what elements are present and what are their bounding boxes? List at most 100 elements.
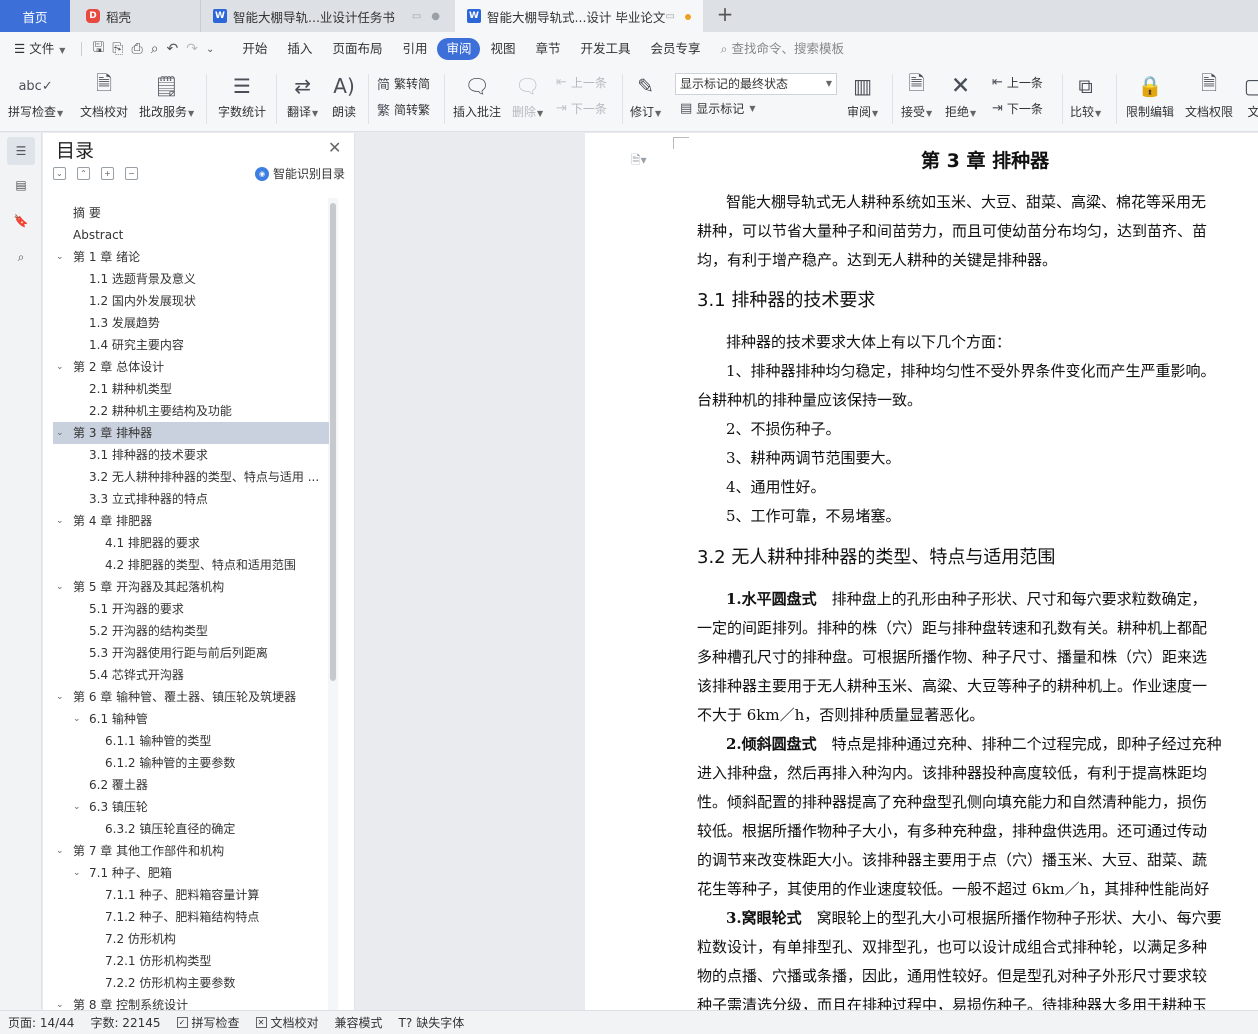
toc-item[interactable]: ⌄ 第 7 章 其他工作部件和机构 — [53, 840, 329, 862]
toc-panel-icon[interactable]: ☰ — [7, 137, 35, 165]
search-icon[interactable]: ⌕ — [7, 243, 35, 271]
spell-check-button[interactable]: abc✓ 拼写检查▼ — [8, 70, 63, 122]
doc-proofread-button[interactable]: 🗎 文档校对 — [80, 70, 128, 122]
toc-item[interactable]: 6.1.1 输种管的类型 — [53, 730, 329, 752]
missing-font-button[interactable]: T? 缺失字体 — [391, 1014, 473, 1031]
toc-item[interactable]: ⌄ 第 2 章 总体设计 — [53, 356, 329, 378]
toc-item[interactable]: 2.1 耕种机类型 — [53, 378, 329, 400]
toc-item[interactable]: 3.1 排种器的技术要求 — [53, 444, 329, 466]
toc-item[interactable]: ⌄ 6.1 输种管 — [53, 708, 329, 730]
trad-to-simp-button[interactable]: 简繁转简 — [377, 74, 430, 93]
menu-layout[interactable]: 页面布局 — [322, 38, 392, 60]
chevron-down-icon[interactable]: ⌄ — [73, 708, 81, 730]
simp-to-trad-button[interactable]: 繁简转繁 — [377, 100, 430, 119]
toc-item[interactable]: ⌄ 第 1 章 绪论 — [53, 246, 329, 268]
undo-icon[interactable]: ↶ — [163, 41, 183, 57]
save-icon[interactable]: 🖫 — [88, 37, 108, 61]
tab-dot-icon[interactable]: ● — [431, 11, 440, 22]
word-count-indicator[interactable]: 字数: 22145 — [82, 1014, 168, 1031]
show-markup-button[interactable]: ▤ 显示标记 ▼ — [680, 100, 755, 117]
chevron-down-icon[interactable]: ⌄ — [73, 862, 81, 884]
compat-mode[interactable]: 兼容模式 — [327, 1014, 391, 1031]
command-search[interactable]: ⌕ 查找命令、搜索模板 — [711, 38, 855, 60]
chapter-nav-icon[interactable]: ▤ — [7, 171, 35, 199]
chevron-down-icon[interactable]: ⌄ — [73, 796, 81, 818]
close-icon[interactable]: ✕ — [328, 138, 341, 157]
restrict-edit-button[interactable]: 🔒 限制编辑 — [1126, 70, 1174, 122]
redo-icon[interactable]: ↷ — [182, 41, 202, 57]
toc-item[interactable]: 6.3.2 镇压轮直径的确定 — [53, 818, 329, 840]
menu-member[interactable]: 会员专享 — [641, 38, 711, 60]
print-icon[interactable]: ⎙ — [128, 41, 147, 57]
next-change-button[interactable]: ⇥ 下一条 — [992, 100, 1043, 117]
markup-display-select[interactable]: 显示标记的最终状态 ▼ — [675, 73, 837, 95]
toc-item[interactable]: 7.1.2 种子、肥料箱结构特点 — [53, 906, 329, 928]
chevron-down-icon[interactable]: ⌄ — [56, 994, 64, 1010]
chevron-down-icon[interactable]: ⌄ — [56, 356, 64, 378]
toc-item[interactable]: ⌄ 7.1 种子、肥箱 — [53, 862, 329, 884]
toc-item[interactable]: 3.2 无人耕种排种器的类型、特点与适用 ... — [53, 466, 329, 488]
menu-start[interactable]: 开始 — [232, 38, 277, 60]
correction-service-button[interactable]: 🗒 批改服务▼ — [139, 70, 194, 122]
toc-item[interactable]: 3.3 立式排种器的特点 — [53, 488, 329, 510]
accept-button[interactable]: 🗎 接受▼ — [901, 70, 932, 122]
menu-insert[interactable]: 插入 — [277, 38, 322, 60]
menu-view[interactable]: 视图 — [480, 38, 525, 60]
menu-dev-tools[interactable]: 开发工具 — [571, 38, 641, 60]
review-pane-button[interactable]: ▥ 审阅▼ — [847, 70, 878, 122]
toc-item[interactable]: 6.1.2 输种管的主要参数 — [53, 752, 329, 774]
toc-item[interactable]: ⌄ 第 3 章 排种器 — [53, 422, 329, 444]
toc-item[interactable]: 5.1 开沟器的要求 — [53, 598, 329, 620]
add-level-icon[interactable]: + — [101, 167, 114, 180]
doc-proof-toggle[interactable]: ✕ 文档校对 — [248, 1014, 327, 1031]
read-aloud-button[interactable]: A) 朗读 — [332, 70, 356, 122]
toc-item[interactable]: ⌄ 6.3 镇压轮 — [53, 796, 329, 818]
chevron-down-icon[interactable]: ⌄ — [56, 510, 64, 532]
doc-options-icon[interactable]: 🗎▾ — [631, 151, 647, 172]
tab-document-2-active[interactable]: W 智能大棚导轨式...设计 毕业论文 ▭ — [455, 0, 703, 32]
toc-item[interactable]: 7.2.1 仿形机构类型 — [53, 950, 329, 972]
file-menu[interactable]: ☰ 文件 ▼ — [0, 38, 75, 60]
toc-item[interactable]: ⌄ 第 4 章 排肥器 — [53, 510, 329, 532]
toc-item[interactable]: 7.1.1 种子、肥料箱容量计算 — [53, 884, 329, 906]
page-indicator[interactable]: 页面: 14/44 — [0, 1014, 82, 1031]
menu-references[interactable]: 引用 — [392, 38, 437, 60]
chevron-down-icon[interactable]: ⌄ — [56, 576, 64, 598]
doc-permission-button[interactable]: 🗎 文档权限 — [1185, 70, 1233, 122]
toc-item[interactable]: 6.2 覆土器 — [53, 774, 329, 796]
insert-comment-button[interactable]: 🗨 插入批注 — [453, 70, 501, 122]
prev-comment-button[interactable]: ⇤ 上一条 — [556, 74, 607, 91]
chevron-down-icon[interactable]: ⌄ — [56, 840, 64, 862]
customize-chevron-icon[interactable]: ⌄ — [202, 44, 218, 55]
menu-chapter[interactable]: 章节 — [526, 38, 571, 60]
toc-item[interactable]: 7.2 仿形机构 — [53, 928, 329, 950]
expand-up-icon[interactable]: ⌃ — [77, 167, 90, 180]
tab-document-1[interactable]: W 智能大棚导轨...业设计任务书 ▭ ● — [200, 0, 452, 32]
toc-item[interactable]: 4.1 排肥器的要求 — [53, 532, 329, 554]
reject-button[interactable]: 🗙 拒绝▼ — [945, 70, 976, 122]
monitor-icon[interactable]: ▭ — [412, 11, 421, 22]
menu-review[interactable]: 审阅 — [437, 38, 481, 60]
bookmark-icon[interactable]: 🔖 — [7, 207, 35, 235]
toc-item[interactable]: 2.2 耕种机主要结构及功能 — [53, 400, 329, 422]
tab-docer[interactable]: D 稻壳 — [72, 0, 198, 32]
toc-item[interactable]: 5.3 开沟器使用行距与前后列距离 — [53, 642, 329, 664]
toc-item[interactable]: ⌄ 第 5 章 开沟器及其起落机构 — [53, 576, 329, 598]
toc-item[interactable]: 4.2 排肥器的类型、特点和适用范围 — [53, 554, 329, 576]
chevron-down-icon[interactable]: ⌄ — [56, 422, 64, 444]
compare-button[interactable]: ⧉ 比较▼ — [1070, 70, 1101, 122]
delete-comment-button[interactable]: 🗨 删除▼ — [512, 70, 543, 122]
toc-item[interactable]: 7.2.2 仿形机构主要参数 — [53, 972, 329, 994]
toc-item[interactable]: 摘 要 — [53, 202, 329, 224]
document-page[interactable]: 🗎▾ 第 3 章 排种器 智能大棚导轨式无人耕种系统如玉米、大豆、甜菜、高粱、棉花… — [585, 133, 1258, 1010]
tab-home[interactable]: 首页 — [0, 0, 70, 32]
toc-item[interactable]: 1.1 选题背景及意义 — [53, 268, 329, 290]
toc-item[interactable]: Abstract — [53, 224, 329, 246]
word-count-button[interactable]: ☰ 字数统计 — [218, 70, 266, 122]
toc-item[interactable]: 1.3 发展趋势 — [53, 312, 329, 334]
smart-toc-button[interactable]: ◉ 智能识别目录 — [255, 165, 345, 182]
print-preview-icon[interactable]: ⌕ — [147, 41, 163, 57]
chevron-down-icon[interactable]: ⌄ — [56, 246, 64, 268]
toc-item[interactable]: ⌄ 第 8 章 控制系统设计 — [53, 994, 329, 1010]
monitor-icon[interactable]: ▭ — [666, 11, 675, 22]
